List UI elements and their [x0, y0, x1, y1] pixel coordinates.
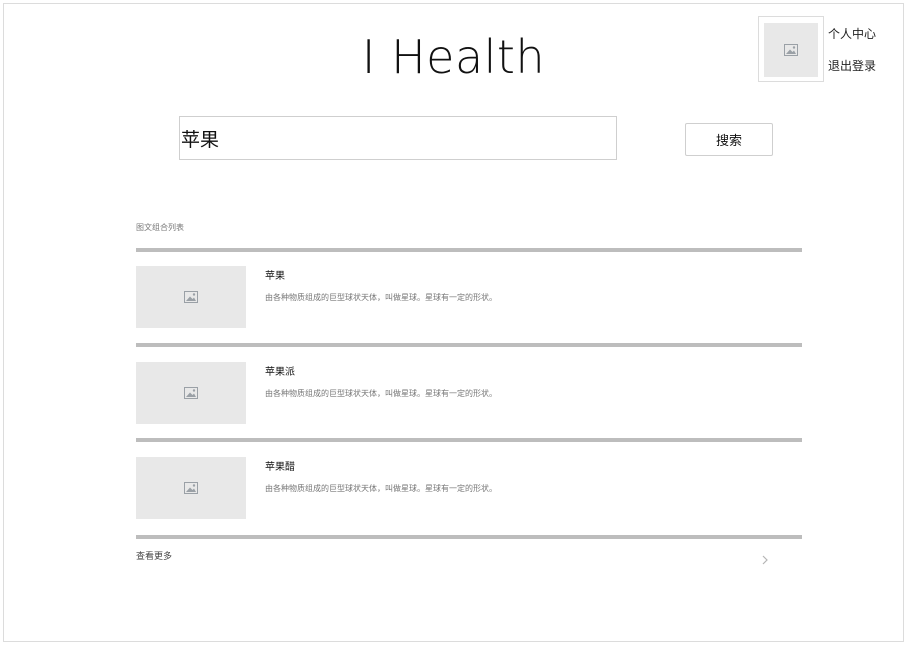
item-description: 由各种物质组成的巨型球状天体，叫做星球。星球有一定的形状。 [265, 484, 497, 493]
chevron-right-icon[interactable] [760, 553, 770, 567]
image-placeholder-icon [184, 387, 198, 399]
item-description: 由各种物质组成的巨型球状天体，叫做星球。星球有一定的形状。 [265, 293, 497, 302]
item-thumbnail [136, 362, 246, 424]
list-item[interactable]: 苹果派 由各种物质组成的巨型球状天体，叫做星球。星球有一定的形状。 [136, 362, 802, 424]
divider [136, 438, 802, 442]
item-thumbnail [136, 266, 246, 328]
search-button[interactable]: 搜索 [685, 123, 773, 156]
image-placeholder-icon [184, 482, 198, 494]
image-placeholder-icon [184, 291, 198, 303]
item-name: 苹果派 [265, 367, 295, 378]
search-input[interactable]: 苹果 [179, 116, 617, 160]
item-description: 由各种物质组成的巨型球状天体，叫做星球。星球有一定的形状。 [265, 389, 497, 398]
item-name: 苹果醋 [265, 462, 295, 473]
item-name: 苹果 [265, 271, 285, 282]
divider [136, 535, 802, 539]
divider [136, 343, 802, 347]
view-more-link[interactable]: 查看更多 [136, 549, 172, 562]
divider [136, 248, 802, 252]
item-thumbnail [136, 457, 246, 519]
page-title: I Health [361, 30, 546, 84]
list-section-title: 图文组合列表 [136, 223, 184, 232]
list-item[interactable]: 苹果 由各种物质组成的巨型球状天体，叫做星球。星球有一定的形状。 [136, 266, 802, 328]
list-item[interactable]: 苹果醋 由各种物质组成的巨型球状天体，叫做星球。星球有一定的形状。 [136, 457, 802, 519]
